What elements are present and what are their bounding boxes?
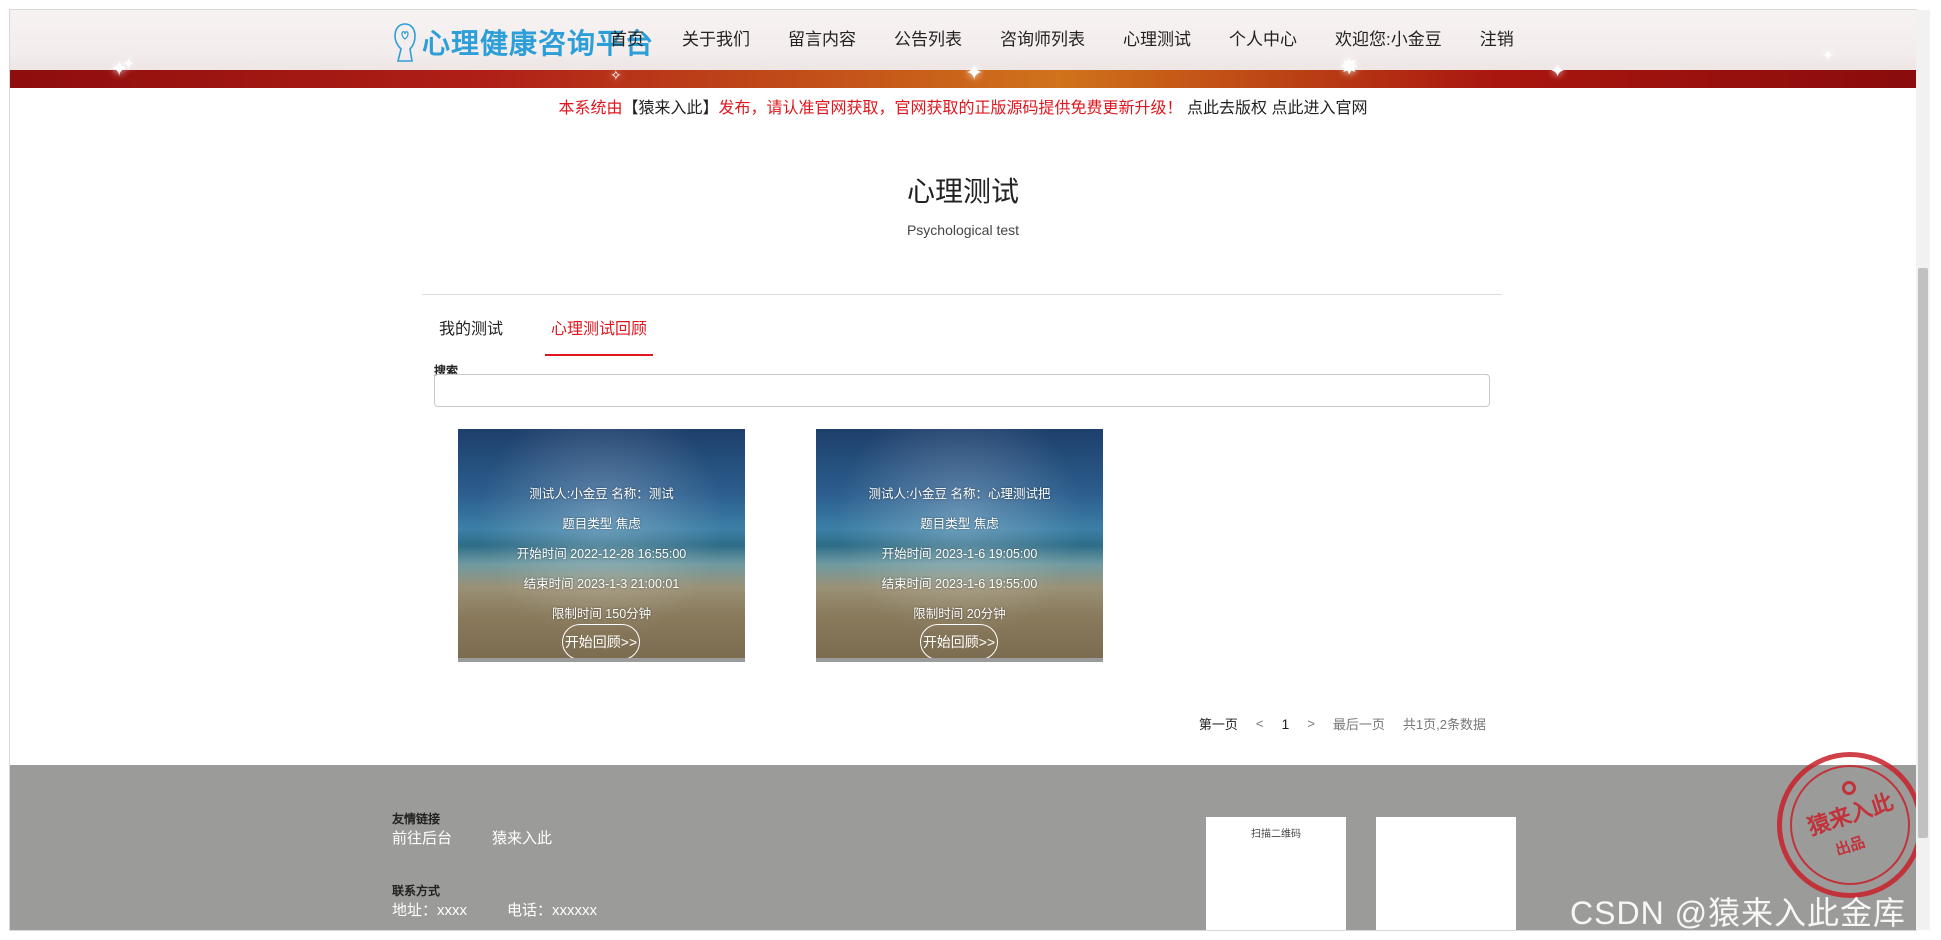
- nav-about[interactable]: 关于我们: [682, 28, 750, 52]
- card-start-time: 开始时间 2022-12-28 16:55:00: [516, 547, 687, 561]
- nav-welcome-user[interactable]: 欢迎您:小金豆: [1335, 28, 1442, 52]
- card-tester-name: 测试人:小金豆 名称：测试: [529, 487, 674, 501]
- header-banner-strip: ✦ ✧ ✦ ✸ ✦: [10, 56, 1916, 88]
- sparkle-icon: ✦: [122, 56, 136, 73]
- start-review-button[interactable]: 开始回顾>>: [920, 624, 998, 660]
- links-heading: 友情链接: [392, 812, 441, 826]
- link-admin[interactable]: 前往后台: [392, 827, 452, 848]
- start-review-button[interactable]: 开始回顾>>: [562, 624, 640, 660]
- qr-code: 扫描二维码: [1206, 817, 1346, 930]
- sparkle-icon: ✸: [1340, 54, 1359, 79]
- card-time-limit: 限制时间 150分钟: [551, 607, 652, 621]
- notice-text: 发布，请认准官网获取，官网获取的正版源码提供免费更新升级！: [718, 100, 1183, 117]
- page-last[interactable]: 最后一页: [1333, 714, 1385, 733]
- search-input[interactable]: [434, 374, 1490, 407]
- contact-info: 地址：xxxx 电话：xxxxxx: [392, 899, 637, 920]
- card-question-type: 题目类型 焦虑: [562, 517, 641, 531]
- page-prev[interactable]: <: [1256, 716, 1264, 731]
- main-nav: 首页 关于我们 留言内容 公告列表 咨询师列表 心理测试 个人中心 欢迎您:小金…: [610, 28, 1552, 52]
- nav-home[interactable]: 首页: [610, 28, 644, 52]
- page-summary: 共1页,2条数据: [1402, 717, 1486, 732]
- nav-psych-test[interactable]: 心理测试: [1123, 28, 1191, 52]
- pagination: 第一页 < 1 > 最后一页 共1页,2条数据: [1181, 714, 1486, 733]
- page-title: 心理测试: [906, 176, 1019, 207]
- page-current[interactable]: 1: [1282, 716, 1290, 732]
- nav-announcements[interactable]: 公告列表: [894, 28, 962, 52]
- notice-text: 本系统由: [558, 100, 623, 117]
- contact-heading: 联系方式: [392, 884, 441, 898]
- page-first[interactable]: 第一页: [1199, 714, 1238, 733]
- nav-counselors[interactable]: 咨询师列表: [1000, 28, 1085, 52]
- contact-phone: 电话：xxxxxx: [507, 902, 598, 919]
- site-header: ✦ ✧ ✦ ✸ ✦ ✦ ✦ 心理健康咨询平台 首页 关于我们 留言内容 公告列表…: [10, 10, 1916, 88]
- test-card[interactable]: 测试人:小金豆 名称：心理测试把 题目类型 焦虑 开始时间 2023-1-6 1…: [816, 429, 1103, 662]
- source-notice: 本系统由【猿来入此】发布，请认准官网获取，官网获取的正版源码提供免费更新升级！ …: [10, 94, 1916, 118]
- page-next[interactable]: >: [1307, 716, 1315, 731]
- scrollbar[interactable]: [1916, 10, 1930, 930]
- test-card[interactable]: 测试人:小金豆 名称：测试 题目类型 焦虑 开始时间 2022-12-28 16…: [458, 429, 745, 662]
- card-tester-name: 测试人:小金豆 名称：心理测试把: [868, 487, 1051, 501]
- contact-address: 地址：xxxx: [392, 902, 468, 919]
- card-time-limit: 限制时间 20分钟: [913, 607, 1006, 621]
- browser-viewport: ✦ ✧ ✦ ✸ ✦ ✦ ✦ 心理健康咨询平台 首页 关于我们 留言内容 公告列表…: [10, 10, 1916, 930]
- tab-test-review[interactable]: 心理测试回顾: [545, 310, 654, 356]
- notice-links[interactable]: 点此去版权 点此进入官网: [1183, 100, 1367, 117]
- csdn-watermark: CSDN @猿来入此金库: [1570, 895, 1907, 931]
- card-start-time: 开始时间 2023-1-6 19:05:00: [881, 547, 1038, 561]
- nav-logout[interactable]: 注销: [1480, 28, 1514, 52]
- heart-head-logo-icon: [394, 23, 416, 62]
- qr-label: 扫描二维码: [1251, 829, 1301, 840]
- notice-brand: 【猿来入此】: [622, 100, 719, 117]
- test-tabs: 我的测试 心理测试回顾: [433, 310, 689, 356]
- tab-my-tests[interactable]: 我的测试: [433, 310, 509, 356]
- link-yuanlairuci[interactable]: 猿来入此: [492, 827, 552, 848]
- nav-profile[interactable]: 个人中心: [1229, 28, 1297, 52]
- card-end-time: 结束时间 2023-1-3 21:00:01: [523, 577, 680, 591]
- card-question-type: 题目类型 焦虑: [920, 517, 999, 531]
- seal-stamp: 猿来入此 出品: [1777, 752, 1916, 898]
- friend-links: 前往后台 猿来入此: [392, 827, 592, 848]
- sparkle-icon: ✦: [1550, 61, 1566, 81]
- card-end-time: 结束时间 2023-1-6 19:55:00: [881, 577, 1038, 591]
- sparkle-icon: ✦: [965, 60, 984, 85]
- nav-messages[interactable]: 留言内容: [788, 28, 856, 52]
- page-subtitle: Psychological test: [906, 222, 1020, 238]
- seal-dot-icon: [1842, 781, 1856, 795]
- divider: [422, 294, 1502, 295]
- sparkle-icon: ✧: [610, 67, 622, 83]
- scrollbar-thumb[interactable]: [1918, 268, 1928, 838]
- qr-code: [1376, 817, 1516, 930]
- sparkle-icon: ✦: [1822, 47, 1834, 63]
